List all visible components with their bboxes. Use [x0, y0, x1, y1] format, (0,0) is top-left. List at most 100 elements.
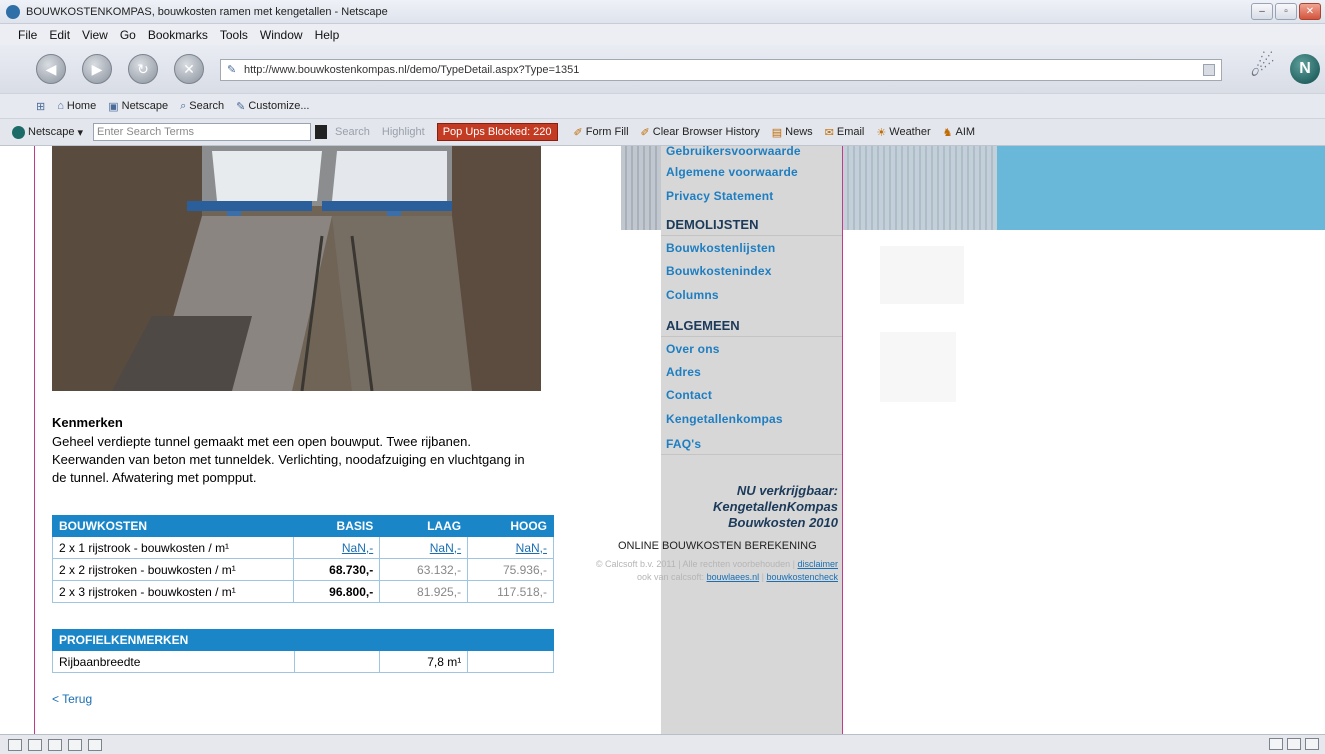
chevron-down-icon: ▾	[77, 126, 84, 139]
laag-value: 81.925,-	[379, 580, 469, 603]
email-label: Email	[836, 126, 865, 138]
aim-label: AIM	[955, 126, 976, 138]
netscape-menu-label: Netscape	[28, 126, 75, 138]
row-label: Rijbaanbreedte	[52, 650, 295, 673]
email-icon: ✉	[824, 126, 834, 139]
bookmark-home[interactable]: ⌂ Home	[57, 100, 96, 112]
page-content: Kenmerken Geheel verdiepte tunnel gemaak…	[0, 146, 1325, 734]
sidebar-heading-demolijsten: DEMOLIJSTEN	[666, 217, 759, 232]
status-lock-icon[interactable]	[1305, 738, 1319, 750]
aim-button[interactable]: ♞ AIM	[943, 126, 975, 139]
column-header-laag: LAAG	[379, 515, 469, 537]
sidebar-item-over-ons[interactable]: Over ons	[666, 342, 720, 356]
menu-help[interactable]: Help	[315, 28, 340, 42]
bookmark-customize-label: Customize...	[248, 100, 310, 112]
sidebar-divider	[661, 336, 842, 337]
clear-history-label: Clear Browser History	[652, 126, 760, 138]
clear-history-button[interactable]: ✐ Clear Browser History	[641, 126, 760, 139]
bookmark-customize[interactable]: ✎ Customize...	[236, 100, 309, 113]
window-titlebar: BOUWKOSTENKOMPAS, bouwkosten ramen met k…	[0, 0, 1325, 24]
menu-edit[interactable]: Edit	[49, 28, 70, 42]
back-button[interactable]: ◀	[36, 54, 66, 84]
tunnel-construction-photo	[52, 146, 541, 391]
status-addressbook-icon[interactable]	[88, 738, 102, 751]
highlight-button[interactable]: Highlight	[382, 126, 425, 138]
close-button[interactable]: ✕	[1299, 3, 1321, 20]
menu-go[interactable]: Go	[120, 28, 136, 42]
netscape-menu[interactable]: Netscape ▾	[12, 125, 84, 139]
popups-blocked-badge[interactable]: Pop Ups Blocked: 220	[436, 123, 558, 141]
bouwkostencheck-link[interactable]: bouwkostencheck	[766, 572, 838, 582]
home-icon: ⌂	[57, 100, 64, 112]
status-mail-icon[interactable]	[28, 738, 42, 751]
netscape-logo-icon[interactable]: N	[1290, 54, 1320, 84]
tab-button[interactable]: ⊞	[36, 100, 45, 113]
sidebar-item-columns[interactable]: Columns	[666, 288, 719, 302]
status-bar	[0, 734, 1325, 754]
status-aim-icon[interactable]	[48, 738, 62, 751]
hoog-value: 117.518,-	[467, 580, 554, 603]
address-bar[interactable]: ✎ http://www.bouwkostenkompas.nl/demo/Ty…	[220, 59, 1222, 81]
back-link[interactable]: < Terug	[52, 692, 92, 706]
hoog-link[interactable]: NaN,-	[516, 541, 547, 555]
search-dropdown-icon[interactable]	[315, 125, 328, 139]
reload-button[interactable]: ↻	[128, 54, 158, 84]
sidebar-item-faq[interactable]: FAQ's	[666, 437, 701, 451]
profiel-laag-value: 7,8 m¹	[379, 650, 469, 673]
netscape-app-icon	[6, 4, 20, 19]
netscape-bookmark-icon: ▣	[108, 100, 119, 113]
menu-bookmarks[interactable]: Bookmarks	[148, 28, 208, 42]
sidebar-item-gebruikersvoorwaarde[interactable]: Gebruikersvoorwaarde	[666, 146, 801, 158]
weather-icon: ☀	[876, 126, 887, 139]
bookmark-netscape[interactable]: ▣ Netscape	[108, 100, 168, 113]
column-header-bouwkosten: BOUWKOSTEN	[51, 515, 295, 537]
address-dropdown-icon[interactable]	[1203, 64, 1215, 76]
hoog-value: 75.936,-	[467, 558, 554, 581]
sidebar-heading-algemeen: ALGEMEEN	[666, 318, 740, 333]
menu-window[interactable]: Window	[260, 28, 303, 42]
profielkenmerken-table: PROFIELKENMERKEN Rijbaanbreedte 7,8 m¹	[52, 629, 554, 673]
navigation-toolbar: ◀ ▶ ↻ ✕ ✎ http://www.bouwkostenkompas.nl…	[0, 45, 1325, 93]
bookmark-search[interactable]: ⌕ Search	[180, 100, 224, 113]
news-icon: ▤	[771, 126, 783, 139]
status-security-icon[interactable]	[8, 738, 22, 751]
sidebar-item-privacy-statement[interactable]: Privacy Statement	[666, 189, 773, 203]
activity-throbber-icon: ☄	[1250, 51, 1276, 82]
address-url: http://www.bouwkostenkompas.nl/demo/Type…	[244, 64, 580, 76]
laag-value: 63.132,-	[379, 558, 469, 581]
menu-tools[interactable]: Tools	[220, 28, 248, 42]
menu-view[interactable]: View	[82, 28, 108, 42]
weather-button[interactable]: ☀ Weather	[876, 126, 930, 139]
bouwlaees-link[interactable]: bouwlaees.nl	[707, 572, 760, 582]
sidebar-item-kengetallenkompas[interactable]: Kengetallenkompas	[666, 412, 783, 426]
sidebar-item-contact[interactable]: Contact	[666, 388, 712, 402]
sidebar-item-algemene-voorwaarde[interactable]: Algemene voorwaarde	[666, 165, 798, 179]
search-button[interactable]: Search	[335, 126, 370, 138]
also-text: ook van calcsoft:	[637, 572, 707, 582]
search-toolbar: Netscape ▾ Enter Search Terms Search High…	[0, 118, 1325, 146]
basis-cell: NaN,-	[293, 536, 381, 559]
basis-value: 68.730,-	[293, 558, 381, 581]
sidebar-item-bouwkostenlijsten[interactable]: Bouwkostenlijsten	[666, 241, 775, 255]
stop-button[interactable]: ✕	[174, 54, 204, 84]
email-button[interactable]: ✉ Email	[825, 126, 865, 139]
forward-button[interactable]: ▶	[82, 54, 112, 84]
news-button[interactable]: ▤ News	[772, 126, 813, 139]
status-composer-icon[interactable]	[68, 738, 82, 751]
sidebar-item-bouwkostenindex[interactable]: Bouwkostenindex	[666, 264, 772, 278]
basis-value: 96.800,-	[293, 580, 381, 603]
minimize-button[interactable]: –	[1251, 3, 1273, 20]
status-online-icon[interactable]	[1287, 738, 1301, 750]
banner-image-right	[843, 146, 997, 230]
basis-link[interactable]: NaN,-	[342, 541, 373, 555]
maximize-button[interactable]: ▫	[1275, 3, 1297, 20]
menu-file[interactable]: File	[18, 28, 37, 42]
laag-link[interactable]: NaN,-	[430, 541, 461, 555]
sidebar-item-adres[interactable]: Adres	[666, 365, 701, 379]
promo-text[interactable]: NU verkrijgbaar: KengetallenKompas Bouwk…	[668, 483, 838, 531]
form-fill-button[interactable]: ✐ Form Fill	[574, 126, 629, 139]
disclaimer-link[interactable]: disclaimer	[797, 559, 838, 569]
online-calculation-label: ONLINE BOUWKOSTEN BEREKENING	[618, 540, 817, 552]
search-input[interactable]: Enter Search Terms	[93, 123, 312, 141]
bookmark-home-label: Home	[66, 100, 97, 112]
